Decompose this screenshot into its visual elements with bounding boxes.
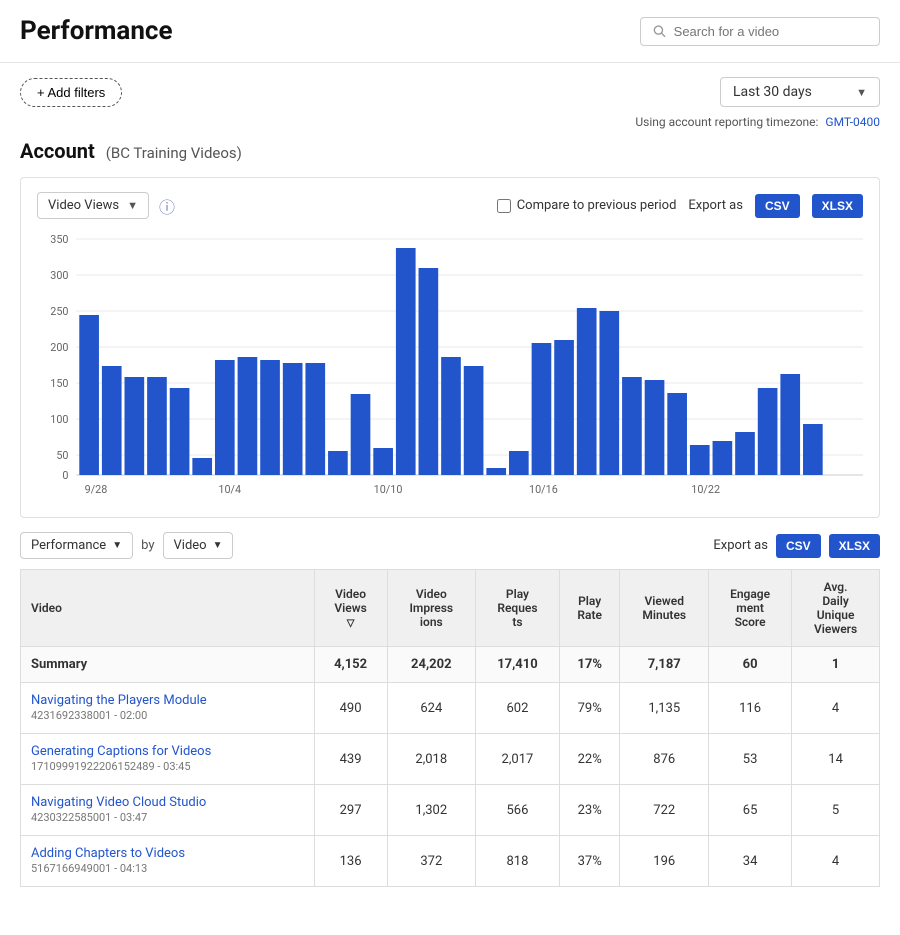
table-row: Generating Captions for Videos 171099919… (21, 734, 880, 785)
table-xlsx-button[interactable]: XLSX (829, 534, 880, 558)
search-box[interactable] (640, 17, 880, 46)
col-impressions: VideoImpressions (387, 570, 475, 647)
video-cell: Navigating the Players Module 4231692338… (21, 683, 315, 734)
svg-text:250: 250 (50, 305, 68, 318)
video-id: 17109991922206152489 - 03:45 (31, 760, 191, 773)
account-section: Account (BC Training Videos) (0, 135, 900, 171)
table-export-controls: Export as CSV XLSX (713, 534, 880, 558)
timezone-note: Using account reporting timezone: GMT-04… (0, 115, 900, 135)
col-video: Video (21, 570, 315, 647)
video-id: 4230322585001 - 03:47 (31, 811, 147, 824)
account-name: (BC Training Videos) (106, 144, 242, 162)
col-viewed-minutes: ViewedMinutes (620, 570, 709, 647)
account-title: Account (BC Training Videos) (20, 139, 880, 163)
table-row: Adding Chapters to Videos 5167166949001 … (21, 836, 880, 887)
video-id: 5167166949001 - 04:13 (31, 862, 147, 875)
col-avg-viewers: Avg.DailyUniqueViewers (792, 570, 880, 647)
svg-text:200: 200 (50, 341, 68, 354)
video-id: 4231692338001 - 02:00 (31, 709, 147, 722)
summary-avg-viewers: 1 (792, 647, 880, 683)
video-cell: Generating Captions for Videos 171099919… (21, 734, 315, 785)
chart-csv-button[interactable]: CSV (755, 194, 800, 218)
table-row: Navigating the Players Module 4231692338… (21, 683, 880, 734)
svg-text:50: 50 (56, 449, 68, 462)
video-select[interactable]: Video ▼ (163, 532, 234, 559)
bar-chart-container: 350 300 250 200 150 100 50 0 (37, 229, 863, 503)
metric-select[interactable]: Video Views ▼ (37, 192, 149, 219)
timezone-link[interactable]: GMT-0400 (825, 115, 880, 129)
table-row: Navigating Video Cloud Studio 4230322585… (21, 785, 880, 836)
search-input[interactable] (674, 24, 867, 39)
by-label: by (141, 538, 154, 553)
video-cell: Adding Chapters to Videos 5167166949001 … (21, 836, 315, 887)
search-icon (653, 24, 666, 38)
svg-text:350: 350 (50, 233, 68, 246)
page-header: Performance (0, 0, 900, 63)
toolbar: + Add filters Last 30 days ▼ (0, 63, 900, 115)
video-link[interactable]: Adding Chapters to Videos (31, 846, 304, 861)
chart-left-controls: Video Views ▼ ⓘ (37, 192, 175, 219)
table-csv-button[interactable]: CSV (776, 534, 821, 558)
chevron-down-icon: ▼ (856, 86, 867, 99)
svg-text:300: 300 (50, 269, 68, 282)
svg-text:9/28: 9/28 (85, 483, 108, 496)
perf-chevron-icon: ▼ (112, 540, 122, 551)
date-range-label: Last 30 days (733, 84, 812, 100)
svg-text:100: 100 (50, 413, 68, 426)
summary-engagement: 60 (709, 647, 792, 683)
bar-chart: 350 300 250 200 150 100 50 0 (37, 229, 863, 499)
table-filter-controls: Performance ▼ by Video ▼ (20, 532, 233, 559)
date-range-select[interactable]: Last 30 days ▼ (720, 77, 880, 107)
chart-xlsx-button[interactable]: XLSX (812, 194, 863, 218)
col-play-rate: PlayRate (559, 570, 620, 647)
summary-impressions: 24,202 (387, 647, 475, 683)
chart-controls: Video Views ▼ ⓘ Compare to previous peri… (37, 192, 863, 219)
svg-text:10/4: 10/4 (218, 483, 241, 496)
page-title: Performance (20, 16, 173, 46)
svg-text:0: 0 (62, 469, 68, 482)
performance-select[interactable]: Performance ▼ (20, 532, 133, 559)
summary-play-requests: 17,410 (476, 647, 560, 683)
add-filters-button[interactable]: + Add filters (20, 78, 122, 107)
svg-text:10/10: 10/10 (374, 483, 403, 496)
metric-chevron-icon: ▼ (127, 199, 138, 212)
video-link[interactable]: Navigating Video Cloud Studio (31, 795, 304, 810)
export-as-label: Export as (688, 198, 743, 213)
chart-card: Video Views ▼ ⓘ Compare to previous peri… (20, 177, 880, 518)
col-engagement: EngagementScore (709, 570, 792, 647)
table-toolbar: Performance ▼ by Video ▼ Export as CSV X… (20, 532, 880, 559)
table-section: Performance ▼ by Video ▼ Export as CSV X… (20, 532, 880, 887)
chart-right-controls: Compare to previous period Export as CSV… (497, 194, 863, 218)
table-export-label: Export as (713, 538, 768, 553)
video-chevron-icon: ▼ (213, 540, 223, 551)
compare-label[interactable]: Compare to previous period (497, 198, 677, 213)
svg-text:10/16: 10/16 (529, 483, 558, 496)
col-views[interactable]: VideoViews▽ (314, 570, 387, 647)
summary-label: Summary (21, 647, 315, 683)
summary-row: Summary 4,152 24,202 17,410 17% 7,187 60… (21, 647, 880, 683)
video-link[interactable]: Generating Captions for Videos (31, 744, 304, 759)
svg-text:150: 150 (50, 377, 68, 390)
video-link[interactable]: Navigating the Players Module (31, 693, 304, 708)
col-play-requests: PlayRequests (476, 570, 560, 647)
table-header-row: Video VideoViews▽ VideoImpressions PlayR… (21, 570, 880, 647)
summary-viewed-minutes: 7,187 (620, 647, 709, 683)
info-icon[interactable]: ⓘ (159, 194, 175, 218)
summary-views: 4,152 (314, 647, 387, 683)
summary-play-rate: 17% (559, 647, 620, 683)
compare-checkbox[interactable] (497, 199, 511, 213)
video-cell: Navigating Video Cloud Studio 4230322585… (21, 785, 315, 836)
svg-text:10/22: 10/22 (691, 483, 720, 496)
data-table: Video VideoViews▽ VideoImpressions PlayR… (20, 569, 880, 887)
